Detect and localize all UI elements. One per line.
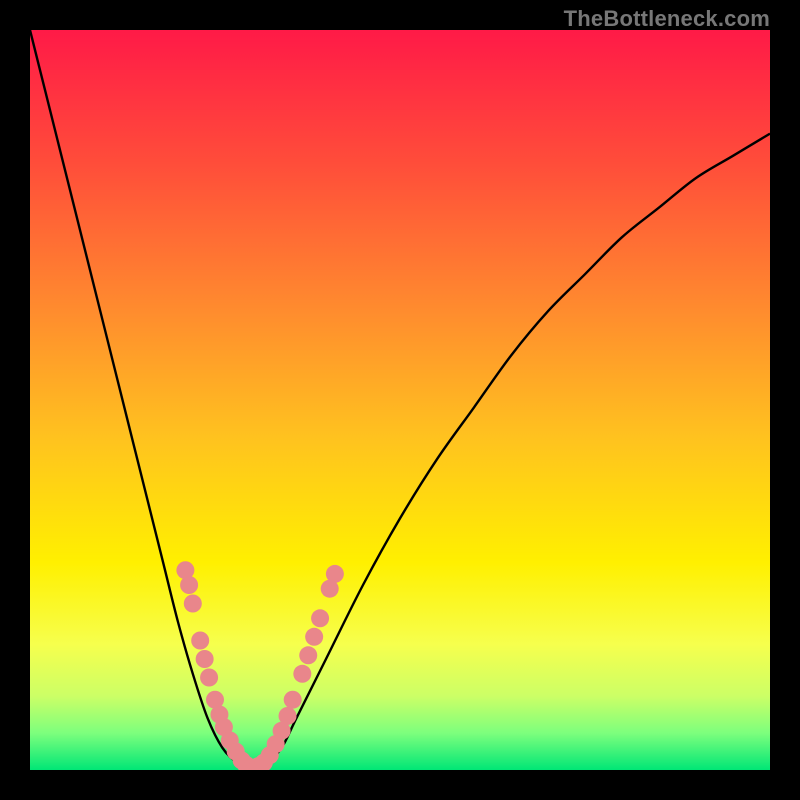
gradient-background (30, 30, 770, 770)
branding-watermark: TheBottleneck.com (564, 6, 770, 32)
bottleneck-chart (30, 30, 770, 770)
bead-marker (293, 665, 311, 683)
bead-marker (279, 707, 297, 725)
bead-marker (196, 650, 214, 668)
bead-marker (284, 691, 302, 709)
bead-marker (311, 609, 329, 627)
bead-marker (326, 565, 344, 583)
bead-marker (299, 646, 317, 664)
plot-area (30, 30, 770, 770)
bead-marker (200, 669, 218, 687)
bead-marker (305, 628, 323, 646)
bead-marker (184, 595, 202, 613)
bead-marker (191, 632, 209, 650)
bead-marker (180, 576, 198, 594)
chart-frame: TheBottleneck.com (0, 0, 800, 800)
